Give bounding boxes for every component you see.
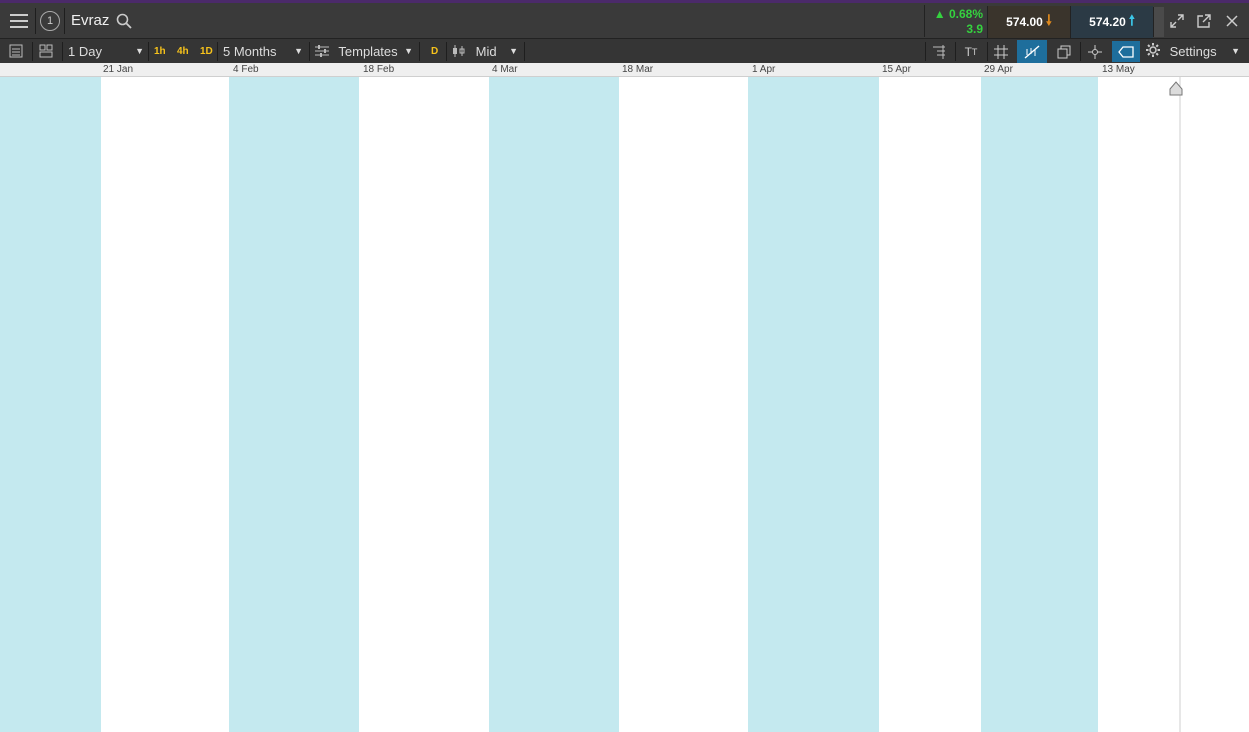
chevron-down-icon: ▼ [135, 46, 144, 56]
separator [1080, 42, 1081, 61]
separator [309, 42, 310, 61]
date-tick: 4 Feb [233, 64, 259, 75]
interval-dropdown[interactable]: 1 Day ▼ [68, 39, 146, 64]
workspace-badge[interactable]: 1 [40, 11, 60, 31]
date-axis: 21 Jan 4 Feb 18 Feb 4 Mar 18 Mar 1 Apr 1… [0, 63, 1249, 77]
down-arrow-icon: 🠗 [1045, 12, 1052, 28]
popout-icon[interactable] [1196, 13, 1212, 29]
buy-button[interactable]: 574.20 🠕 [1070, 6, 1153, 38]
price-type-dropdown[interactable]: Mid ▼ [452, 39, 520, 64]
separator [217, 42, 218, 61]
chevron-down-icon: ▼ [1231, 46, 1240, 56]
period-band [0, 77, 101, 732]
period-band [489, 77, 619, 732]
drawing-tools-icon[interactable] [1017, 40, 1047, 63]
separator [925, 42, 926, 61]
period-band [981, 77, 1098, 732]
settings-button[interactable]: Settings ▼ [1146, 39, 1244, 64]
top-bar: 1 Evraz ▲ 0.68% 3.9 574.00 🠗 574.20 🠕 [0, 0, 1249, 38]
price-tag-icon[interactable] [1112, 41, 1140, 62]
sliders-icon [315, 40, 329, 65]
search-icon[interactable] [115, 12, 133, 30]
chart-area[interactable]: 680.000640.000600.000560.000520.000480.0… [0, 77, 1249, 732]
indicators-icon[interactable] [930, 43, 948, 60]
sell-button[interactable]: 574.00 🠗 [987, 6, 1070, 38]
separator [524, 42, 525, 61]
price-chart[interactable]: 680.000640.000600.000560.000520.000480.0… [0, 77, 1249, 732]
range-dropdown[interactable]: 5 Months ▼ [223, 39, 305, 64]
scrollbar-handle[interactable] [1153, 7, 1164, 37]
grid-icon[interactable] [991, 43, 1011, 60]
interval-label: 1 Day [68, 44, 102, 59]
separator [64, 8, 65, 34]
up-arrow-icon: 🠕 [1128, 12, 1135, 28]
change-absolute: 3.9 [966, 22, 983, 36]
change-percent: ▲ 0.68% [933, 7, 983, 21]
separator [35, 8, 36, 34]
drawing-tag-button[interactable]: D [428, 44, 441, 59]
separator [987, 42, 988, 61]
date-tick: 18 Feb [363, 64, 395, 75]
interval-4h-button[interactable]: 4h [174, 44, 192, 59]
chevron-down-icon: ▼ [294, 46, 303, 56]
hamburger-icon[interactable] [8, 10, 30, 32]
close-icon[interactable] [1224, 13, 1240, 29]
layers-icon[interactable] [1054, 43, 1074, 60]
date-tick: 29 Apr [984, 64, 1013, 75]
chevron-down-icon: ▼ [509, 46, 518, 56]
date-tick: 21 Jan [103, 64, 134, 75]
expand-icon[interactable] [1169, 13, 1185, 29]
price-type-label: Mid [475, 44, 497, 59]
workspace-number: 1 [46, 15, 54, 27]
date-tick: 13 May [1102, 64, 1135, 75]
candles-icon [452, 40, 466, 65]
period-band [748, 77, 879, 732]
templates-dropdown[interactable]: Templates ▼ [315, 39, 415, 64]
gear-icon [1146, 40, 1160, 65]
layout-icon[interactable] [38, 43, 54, 59]
buy-price: 574.20 [1089, 15, 1126, 29]
text-size-icon[interactable]: TT [960, 43, 982, 60]
crosshair-icon[interactable] [1085, 43, 1105, 60]
date-tick: 15 Apr [882, 64, 911, 75]
separator [148, 42, 149, 61]
separator [419, 42, 420, 61]
separator [955, 42, 956, 61]
separator [32, 42, 33, 61]
period-band [229, 77, 359, 732]
sell-price: 574.00 [1006, 15, 1043, 29]
watchlist-icon[interactable] [8, 43, 24, 59]
settings-label: Settings [1169, 44, 1217, 59]
date-tick: 1 Apr [752, 64, 776, 75]
interval-1d-button[interactable]: 1D [197, 44, 216, 59]
chevron-down-icon: ▼ [404, 46, 413, 56]
separator [62, 42, 63, 61]
price-change: ▲ 0.68% 3.9 [924, 5, 987, 37]
chart-toolbar: 1 Day ▼ 1h 4h 1D 5 Months ▼ Templates ▼ … [0, 38, 1249, 63]
templates-label: Templates [338, 44, 398, 59]
date-tick: 4 Mar [492, 64, 518, 75]
range-label: 5 Months [223, 44, 277, 59]
interval-1h-button[interactable]: 1h [151, 44, 169, 59]
separator [446, 42, 447, 61]
date-tick: 18 Mar [622, 64, 654, 75]
instrument-name[interactable]: Evraz [71, 10, 109, 32]
